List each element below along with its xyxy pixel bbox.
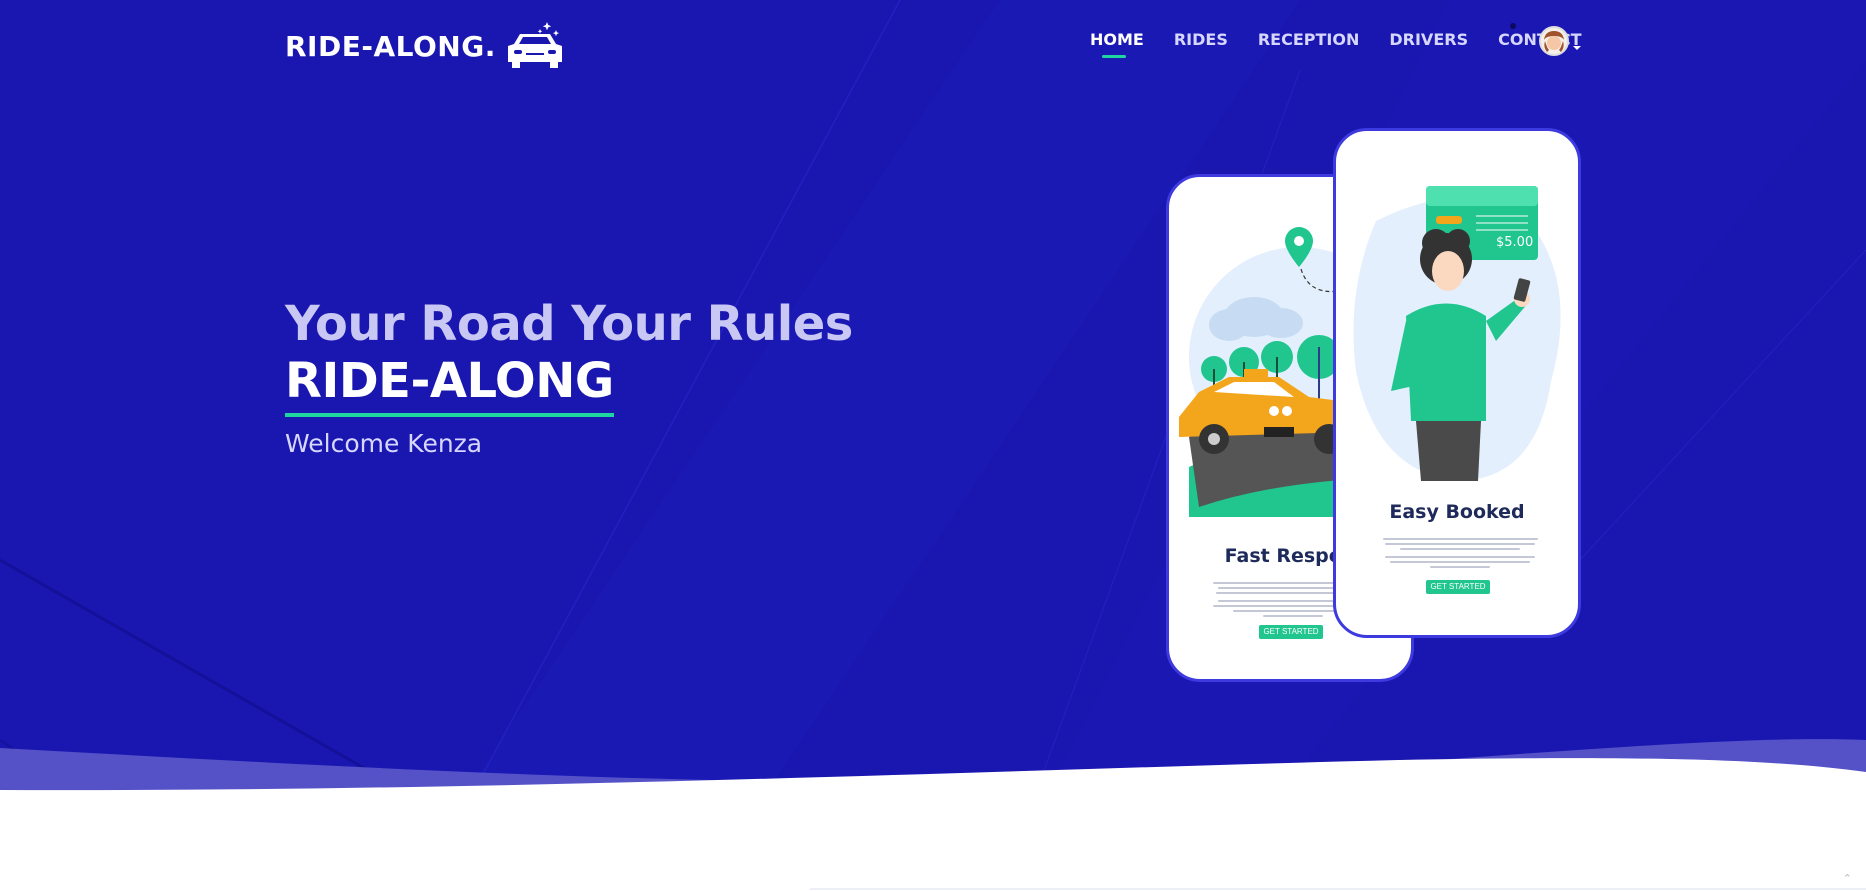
avatar-face-icon (1541, 28, 1567, 54)
phone-card-title: Easy Booked (1389, 501, 1525, 523)
person-booking-illustration (1353, 186, 1561, 481)
hero-tagline: Your Road Your Rules (285, 296, 853, 352)
nav-reception[interactable]: RECEPTION (1258, 30, 1360, 49)
phone-card-easy-booked: $5.00 Easy Booked GET STARTED (1333, 128, 1581, 638)
hero-section: RIDE-ALONG. HOME RIDES RECEPTION DRIVERS… (0, 0, 1866, 891)
nav-rides[interactable]: RIDES (1174, 30, 1228, 49)
caret-down-icon[interactable] (1573, 46, 1581, 50)
scroll-up-icon[interactable]: ⌃ (1843, 872, 1852, 885)
hero-background (0, 0, 1866, 891)
main-nav: HOME RIDES RECEPTION DRIVERS CONTACT (1090, 30, 1612, 58)
brand-name: RIDE-ALONG. (285, 29, 496, 63)
get-started-button[interactable]: GET STARTED (1259, 625, 1323, 639)
avatar[interactable] (1539, 26, 1569, 56)
nav-home[interactable]: HOME (1090, 30, 1144, 58)
nav-drivers[interactable]: DRIVERS (1389, 30, 1468, 49)
brand-logo[interactable]: RIDE-ALONG. (285, 20, 566, 72)
get-started-button[interactable]: GET STARTED (1426, 580, 1490, 594)
phone-card-body (1376, 535, 1544, 571)
hero-title: RIDE-ALONG (285, 353, 614, 417)
notification-dot (1510, 23, 1516, 29)
hero-text: Your Road Your Rules RIDE-ALONG Welcome … (285, 295, 853, 458)
car-logo-icon (507, 22, 562, 68)
ticket-price: $5.00 (1496, 235, 1534, 250)
welcome-message: Welcome Kenza (285, 429, 483, 458)
